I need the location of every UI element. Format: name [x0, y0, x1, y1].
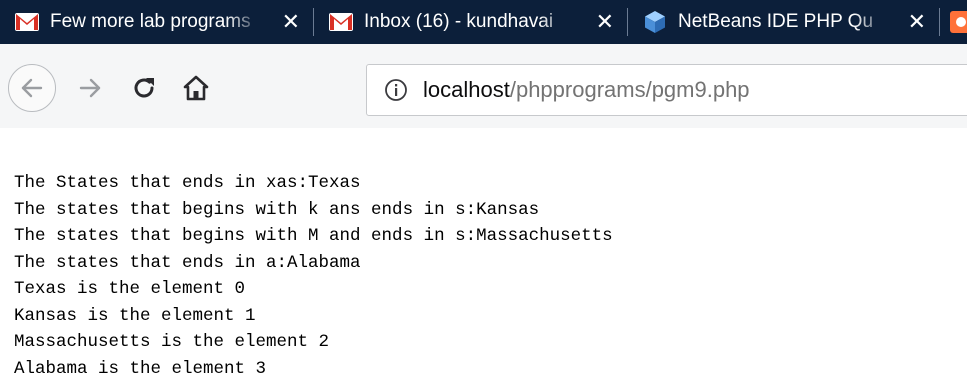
navigation-toolbar: localhost/phpprograms/pgm9.php — [0, 44, 967, 128]
output-line: The states that begins with M and ends i… — [14, 223, 613, 250]
close-tab-icon[interactable]: ✕ — [908, 0, 926, 44]
tab-title: Inbox (16) - kundhavai — [364, 11, 576, 33]
url-host: localhost — [423, 77, 510, 102]
close-tab-icon[interactable]: ✕ — [282, 0, 300, 44]
output-line: Kansas is the element 1 — [14, 303, 613, 330]
url-text[interactable]: localhost/phpprograms/pgm9.php — [423, 77, 750, 103]
tab-netbeans[interactable]: NetBeans IDE PHP Qu ✕ — [628, 0, 938, 44]
gmail-icon — [328, 9, 354, 35]
back-arrow-icon — [19, 75, 45, 101]
home-icon — [182, 74, 210, 102]
output-line: Texas is the element 0 — [14, 276, 613, 303]
tab-gmail-lab-programs[interactable]: Few more lab programs ✕ — [0, 0, 312, 44]
tab-partial[interactable] — [940, 0, 967, 44]
orange-tab-icon — [948, 9, 967, 35]
url-path: /phpprograms/pgm9.php — [510, 77, 750, 102]
close-tab-icon[interactable]: ✕ — [596, 0, 614, 44]
output-line: Massachusetts is the element 2 — [14, 329, 613, 356]
output-line: The states that begins with k ans ends i… — [14, 197, 613, 224]
tab-title: Few more lab programs — [50, 11, 262, 33]
tab-gmail-inbox[interactable]: Inbox (16) - kundhavai ✕ — [314, 0, 626, 44]
gmail-icon — [14, 9, 40, 35]
address-bar[interactable]: localhost/phpprograms/pgm9.php — [366, 64, 967, 116]
netbeans-cube-icon — [642, 9, 668, 35]
output-line: The States that ends in xas:Texas — [14, 170, 613, 197]
page-output: The States that ends in xas:Texas The st… — [14, 170, 613, 382]
info-icon[interactable] — [383, 77, 409, 103]
tab-title: NetBeans IDE PHP Qu — [678, 11, 890, 33]
home-button[interactable] — [176, 68, 216, 108]
forward-button[interactable] — [70, 68, 110, 108]
back-button[interactable] — [8, 64, 56, 112]
reload-button[interactable] — [124, 68, 164, 108]
tab-strip: Few more lab programs ✕ Inbox (16) - kun… — [0, 0, 967, 44]
output-line: The states that ends in a:Alabama — [14, 250, 613, 277]
forward-arrow-icon — [77, 75, 103, 101]
reload-icon — [130, 74, 158, 102]
output-line: Alabama is the element 3 — [14, 356, 613, 382]
